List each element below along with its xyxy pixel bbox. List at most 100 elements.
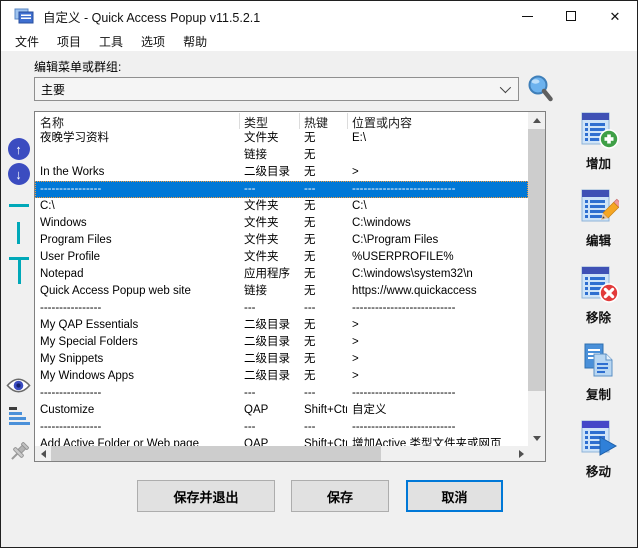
menu-separator-icon xyxy=(8,257,30,285)
cell-location xyxy=(347,147,528,164)
column-header-name[interactable]: 名称 xyxy=(35,112,239,130)
cancel-button[interactable]: 取消 xyxy=(406,480,503,512)
chevron-down-icon xyxy=(500,82,511,93)
column-header-hotkey[interactable]: 热键 xyxy=(299,112,347,130)
menu-file[interactable]: 文件 xyxy=(6,31,48,52)
table-header: 名称 类型 热键 位置或内容 xyxy=(35,112,528,130)
add-button-label: 增加 xyxy=(586,153,611,172)
save-button[interactable]: 保存 xyxy=(291,480,389,512)
cell-hotkey: 无 xyxy=(299,249,347,266)
cell-name xyxy=(35,147,239,164)
scroll-left-button[interactable] xyxy=(35,446,51,461)
table-row[interactable]: Quick Access Popup web site 链接 无 https:/… xyxy=(35,283,528,300)
add-menu-separator-button[interactable] xyxy=(6,257,31,285)
column-divider[interactable] xyxy=(299,113,300,129)
table-row[interactable]: In the Works 二级目录 无 > xyxy=(35,164,528,181)
move-down-button[interactable]: ↓ xyxy=(6,163,31,185)
table-row[interactable]: 夜晚学习资料 文件夹 无 E:\ xyxy=(35,130,528,147)
column-divider[interactable] xyxy=(239,113,240,129)
cell-location: > xyxy=(347,164,528,181)
vertical-scrollbar[interactable] xyxy=(528,112,545,446)
table-row[interactable]: 链接 无 xyxy=(35,147,528,164)
cell-name: Program Files xyxy=(35,232,239,249)
sort-button[interactable] xyxy=(6,406,31,427)
cell-hotkey: Shift+Ctrl+C xyxy=(299,402,347,419)
menu-group-select[interactable]: 主要 xyxy=(34,77,519,101)
vertical-scroll-thumb[interactable] xyxy=(528,129,545,391)
scroll-down-button[interactable] xyxy=(528,430,545,446)
scroll-up-button[interactable] xyxy=(528,112,545,128)
close-button[interactable]: ✕ xyxy=(593,1,637,31)
menu-help[interactable]: 帮助 xyxy=(174,31,216,52)
cell-location: C:\Program Files xyxy=(347,232,528,249)
table-row[interactable]: C:\ 文件夹 无 C:\ xyxy=(35,198,528,215)
table-row[interactable]: My Snippets 二级目录 无 > xyxy=(35,351,528,368)
edit-menu-group-label: 编辑菜单或群组: xyxy=(34,58,121,75)
table-row[interactable]: Customize QAP Shift+Ctrl+C 自定义 xyxy=(35,402,528,419)
eye-icon xyxy=(6,376,31,395)
arrow-right-icon xyxy=(519,450,524,458)
minimize-icon xyxy=(522,16,533,17)
horizontal-scrollbar[interactable] xyxy=(35,446,529,461)
window-title: 自定义 - Quick Access Popup v11.5.2.1 xyxy=(43,7,260,26)
cell-type: 文件夹 xyxy=(239,232,299,249)
column-header-type[interactable]: 类型 xyxy=(239,112,299,130)
cell-hotkey: --- xyxy=(299,419,347,436)
cell-hotkey: 无 xyxy=(299,198,347,215)
maximize-icon xyxy=(566,11,576,21)
add-button[interactable]: 增加 xyxy=(561,111,636,172)
edit-button[interactable]: 编辑 xyxy=(561,188,636,249)
cell-location: --------------------------- xyxy=(347,181,528,198)
cell-type: 二级目录 xyxy=(239,334,299,351)
cell-type: --- xyxy=(239,385,299,402)
close-icon: ✕ xyxy=(610,10,621,23)
cell-hotkey: --- xyxy=(299,300,347,317)
cell-type: 链接 xyxy=(239,147,299,164)
table-row[interactable]: ---------------- --- --- ---------------… xyxy=(35,419,528,436)
arrow-down-icon xyxy=(533,436,541,441)
cell-name: ---------------- xyxy=(35,300,239,317)
add-separator-button[interactable] xyxy=(6,204,31,207)
remove-button[interactable]: 移除 xyxy=(561,265,636,326)
cell-type: 文件夹 xyxy=(239,215,299,232)
table-row[interactable]: ---------------- --- --- ---------------… xyxy=(35,300,528,317)
column-break-icon xyxy=(17,222,20,244)
table-row[interactable]: Notepad 应用程序 无 C:\windows\system32\n xyxy=(35,266,528,283)
table-row[interactable]: My Special Folders 二级目录 无 > xyxy=(35,334,528,351)
move-icon xyxy=(579,419,619,459)
search-button[interactable] xyxy=(526,73,556,105)
table-row[interactable]: User Profile 文件夹 无 %USERPROFILE% xyxy=(35,249,528,266)
table-row[interactable]: ---------------- --- --- ---------------… xyxy=(35,385,528,402)
cell-location: https://www.quickaccess xyxy=(347,283,528,300)
cell-location: E:\ xyxy=(347,130,528,147)
column-divider[interactable] xyxy=(347,113,348,129)
table-row[interactable]: Program Files 文件夹 无 C:\Program Files xyxy=(35,232,528,249)
toggle-visibility-button[interactable] xyxy=(6,376,31,395)
move-up-icon: ↑ xyxy=(8,138,30,160)
cell-type: 链接 xyxy=(239,283,299,300)
copy-button[interactable]: 复制 xyxy=(561,342,636,403)
add-column-break-button[interactable] xyxy=(6,222,31,244)
table-row[interactable]: My QAP Essentials 二级目录 无 > xyxy=(35,317,528,334)
pin-button[interactable] xyxy=(6,441,31,467)
horizontal-scroll-thumb[interactable] xyxy=(51,446,381,461)
menu-item[interactable]: 项目 xyxy=(48,31,90,52)
maximize-button[interactable] xyxy=(549,1,593,31)
column-header-location[interactable]: 位置或内容 xyxy=(347,112,528,130)
minimize-button[interactable] xyxy=(505,1,549,31)
move-button[interactable]: 移动 xyxy=(561,419,636,480)
cell-name: User Profile xyxy=(35,249,239,266)
cell-location: C:\windows xyxy=(347,215,528,232)
table-row[interactable]: Windows 文件夹 无 C:\windows xyxy=(35,215,528,232)
scroll-right-button[interactable] xyxy=(513,446,529,461)
cell-type: QAP xyxy=(239,402,299,419)
move-up-button[interactable]: ↑ xyxy=(6,138,31,160)
menu-tools[interactable]: 工具 xyxy=(90,31,132,52)
table-row[interactable]: My Windows Apps 二级目录 无 > xyxy=(35,368,528,385)
cell-type: --- xyxy=(239,300,299,317)
menu-options[interactable]: 选项 xyxy=(132,31,174,52)
copy-icon xyxy=(579,342,619,382)
table-row[interactable]: ---------------- --- --- ---------------… xyxy=(35,181,528,198)
app-icon xyxy=(14,8,34,24)
save-and-exit-button[interactable]: 保存并退出 xyxy=(137,480,275,512)
